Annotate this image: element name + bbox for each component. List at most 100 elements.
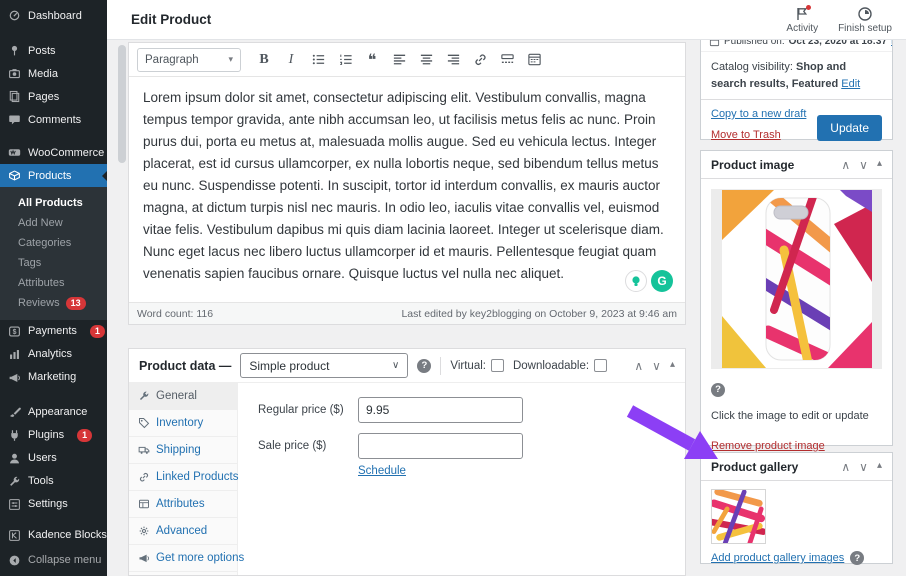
help-icon[interactable]: ? <box>711 383 725 397</box>
grammarly-suggestion-icon[interactable] <box>625 270 647 292</box>
collapse-toggle-icon[interactable]: ▴ <box>877 158 882 172</box>
sidebar-item-posts[interactable]: Posts <box>0 39 107 62</box>
sidebar-item-pages[interactable]: Pages <box>0 85 107 108</box>
finish-setup-button[interactable]: Finish setup <box>838 6 892 34</box>
sidebar-item-marketing[interactable]: Marketing <box>0 366 107 389</box>
paragraph-style-select[interactable]: Paragraph ▾ <box>137 48 241 72</box>
page-scrollbar[interactable] <box>117 41 127 576</box>
tab-get-more-options[interactable]: Get more options <box>129 545 237 572</box>
publish-panel: Published on: Oct 23, 2020 at 18:37 Edit… <box>700 30 893 140</box>
sidebar-item-plugins[interactable]: Plugins1 <box>0 424 107 447</box>
align-center-button[interactable] <box>414 48 438 72</box>
sidebar-item-settings[interactable]: Settings <box>0 493 107 516</box>
move-down-icon[interactable]: ∨ <box>859 158 868 172</box>
sidebar-item-appearance[interactable]: Appearance <box>0 401 107 424</box>
align-right-button[interactable] <box>441 48 465 72</box>
general-tab-fields: Regular price ($) Sale price ($) Schedul… <box>238 383 685 576</box>
plugins-count-badge: 1 <box>77 429 92 442</box>
sidebar-item-users[interactable]: Users <box>0 447 107 470</box>
submenu-item-attributes[interactable]: Attributes <box>0 273 107 293</box>
page-title: Edit Product <box>131 12 211 27</box>
read-more-tag-button[interactable] <box>495 48 519 72</box>
submenu-item-reviews[interactable]: Reviews13 <box>0 293 107 314</box>
activity-button[interactable]: Activity <box>786 6 818 34</box>
align-left-button[interactable] <box>387 48 411 72</box>
product-gallery-title: Product gallery <box>711 460 798 474</box>
divider <box>440 357 441 375</box>
tab-advanced[interactable]: Advanced <box>129 518 237 545</box>
comment-bubble-icon <box>8 113 21 126</box>
move-down-icon[interactable]: ∨ <box>652 359 661 373</box>
megaphone-icon <box>138 552 150 564</box>
toolbar-toggle-button[interactable] <box>522 48 546 72</box>
sale-price-input[interactable] <box>358 433 523 459</box>
tab-shipping[interactable]: Shipping <box>129 437 237 464</box>
select-caret-icon: ∨ <box>392 360 399 371</box>
reviews-count-badge: 13 <box>66 297 86 310</box>
add-gallery-images-link[interactable]: Add product gallery images <box>711 552 844 564</box>
sidebar-item-comments[interactable]: Comments <box>0 108 107 131</box>
sidebar-item-collapse-menu[interactable]: Collapse menu <box>0 549 107 572</box>
gallery-thumbnail[interactable] <box>711 489 766 544</box>
update-button[interactable]: Update <box>817 115 882 141</box>
bullet-list-button[interactable] <box>306 48 330 72</box>
italic-button[interactable]: I <box>279 48 303 72</box>
align-left-icon <box>392 52 407 67</box>
product-data-panel: Product data — Simple product ∨ ? Virtua… <box>128 348 686 576</box>
schedule-link[interactable]: Schedule <box>358 465 406 477</box>
insert-link-button[interactable] <box>468 48 492 72</box>
move-up-icon[interactable]: ∧ <box>841 460 850 474</box>
edit-catalog-visibility-link[interactable]: Edit <box>841 78 860 90</box>
collapse-toggle-icon[interactable]: ▴ <box>670 359 675 373</box>
table-icon <box>138 498 150 510</box>
move-down-icon[interactable]: ∨ <box>859 460 868 474</box>
sale-price-label: Sale price ($) <box>258 440 358 452</box>
blockquote-button[interactable]: ❝ <box>360 48 384 72</box>
sidebar-item-analytics[interactable]: Analytics <box>0 343 107 366</box>
tab-general[interactable]: General <box>129 383 237 410</box>
sidebar-item-payments[interactable]: Payments1 <box>0 320 107 343</box>
pages-icon <box>8 90 21 103</box>
tab-inventory[interactable]: Inventory <box>129 410 237 437</box>
remove-product-image-link[interactable]: Remove product image <box>711 440 825 452</box>
sidebar-item-media[interactable]: Media <box>0 62 107 85</box>
regular-price-label: Regular price ($) <box>258 404 358 416</box>
camera-icon <box>8 67 21 80</box>
megaphone-icon <box>8 371 21 384</box>
editor-content[interactable]: Lorem ipsum dolor sit amet, consectetur … <box>129 77 685 302</box>
collapse-toggle-icon[interactable]: ▴ <box>877 460 882 474</box>
downloadable-checkbox[interactable] <box>594 359 607 372</box>
help-icon[interactable]: ? <box>850 551 864 565</box>
bold-button[interactable]: B <box>252 48 276 72</box>
product-type-select[interactable]: Simple product ∨ <box>240 353 408 378</box>
numbered-list-button[interactable] <box>333 48 357 72</box>
regular-price-input[interactable] <box>358 397 523 423</box>
submenu-item-categories[interactable]: Categories <box>0 233 107 253</box>
virtual-label: Virtual: <box>450 360 486 372</box>
sidebar-item-tools[interactable]: Tools <box>0 470 107 493</box>
virtual-checkbox[interactable] <box>491 359 504 372</box>
toolbar-toggle-icon <box>527 52 542 67</box>
image-hint-text: Click the image to edit or update <box>711 410 882 422</box>
sidebar-item-products[interactable]: Products <box>0 164 107 187</box>
tab-attributes[interactable]: Attributes <box>129 491 237 518</box>
move-up-icon[interactable]: ∧ <box>841 158 850 172</box>
submenu-item-add-new[interactable]: Add New <box>0 213 107 233</box>
move-up-icon[interactable]: ∧ <box>634 359 643 373</box>
product-data-title: Product data — <box>139 359 231 373</box>
collapse-arrow-icon <box>8 554 21 567</box>
payments-count-badge: 1 <box>90 325 105 338</box>
submenu-item-all-products[interactable]: All Products <box>0 193 107 213</box>
grammarly-icon[interactable]: G <box>651 270 673 292</box>
editor-status-bar: Word count: 116 Last edited by key2blogg… <box>129 302 685 324</box>
help-icon[interactable]: ? <box>417 359 431 373</box>
submenu-item-tags[interactable]: Tags <box>0 253 107 273</box>
product-image-thumbnail[interactable] <box>711 189 882 369</box>
kadence-blocks-icon <box>8 529 21 542</box>
topbar: Edit Product Activity Finish setup <box>107 0 906 40</box>
sidebar-item-kadence-blocks[interactable]: Kadence Blocks <box>0 524 107 547</box>
sidebar-item-dashboard[interactable]: Dashboard <box>0 4 107 27</box>
scrollbar-thumb[interactable] <box>118 45 126 163</box>
tab-linked-products[interactable]: Linked Products <box>129 464 237 491</box>
sidebar-item-woocommerce[interactable]: WooCommerce <box>0 141 107 164</box>
